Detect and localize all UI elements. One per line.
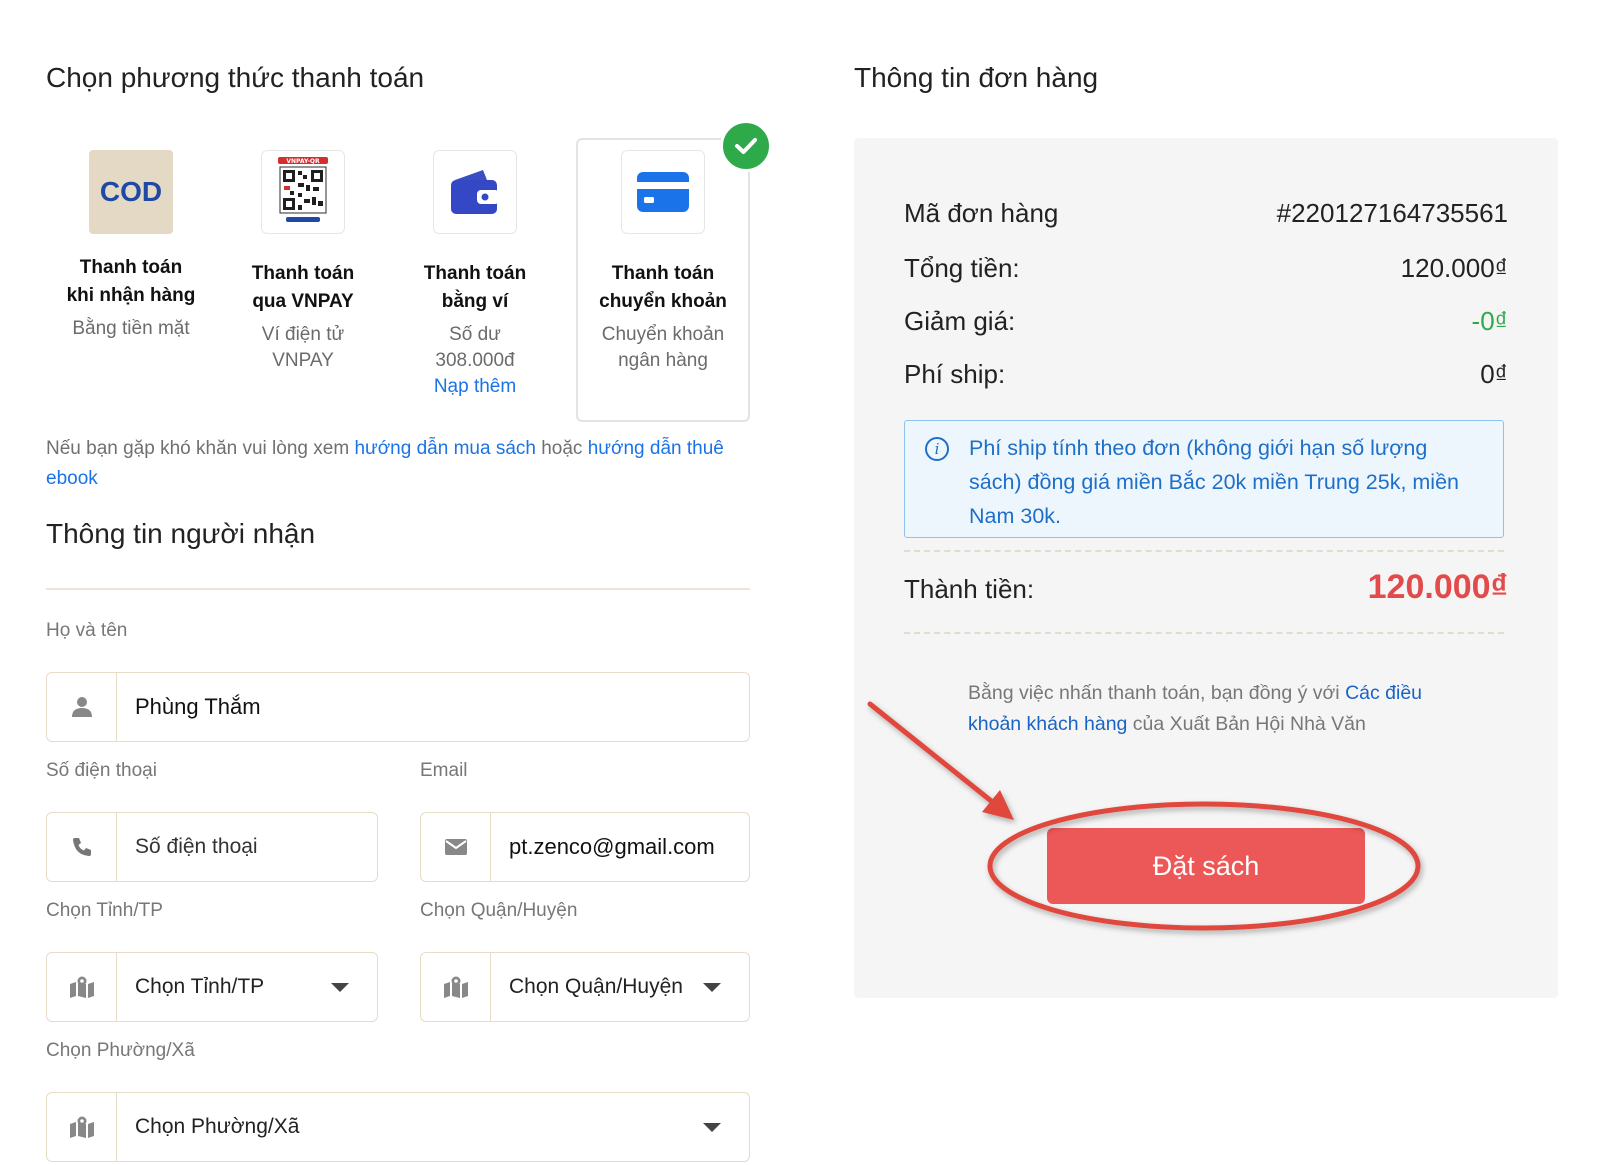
order-summary-panel: Mã đơn hàng #220127164735561 Tổng tiền: … [854, 138, 1558, 998]
payment-option-vnpay[interactable]: VNPAY-QR Thanh toán qua VNPAY Ví điện tử… [218, 138, 388, 422]
district-select[interactable]: Chọn Quận/Huyện [420, 952, 750, 1022]
shipping-amount: 0₫ [1480, 359, 1508, 389]
payment-option-desc: Bằng tiền mặt [72, 318, 190, 339]
payment-option-wallet[interactable]: Thanh toán bằng ví Số dư 308.000đ Nạp th… [390, 138, 560, 422]
payment-option-name: Thanh toán chuyển khoản [599, 263, 727, 312]
payment-option-bank-transfer[interactable]: Thanh toán chuyển khoản Chuyển khoản ngâ… [576, 138, 750, 422]
svg-text:VNPAY-QR: VNPAY-QR [286, 158, 320, 165]
payment-option-name: Thanh toán bằng ví [423, 263, 527, 312]
shipping-info-box: i Phí ship tính theo đơn (không giới hạn… [904, 420, 1504, 538]
ward-label: Chọn Phường/Xã [46, 1040, 195, 1061]
province-label: Chọn Tỉnh/TP [46, 900, 163, 921]
chevron-down-icon [703, 1122, 721, 1132]
recipient-section-title: Thông tin người nhận [46, 518, 316, 549]
chevron-down-icon [331, 982, 349, 992]
name-field[interactable]: Phùng Thắm [46, 672, 750, 742]
wallet-balance: 308.000đ [435, 350, 515, 371]
order-section-title: Thông tin đơn hàng [854, 62, 1099, 93]
check-icon [720, 120, 772, 172]
name-label: Họ và tên [46, 620, 128, 641]
payment-option-desc: Ví điện tử VNPAY [261, 324, 345, 371]
discount-row: Giảm giá: -0₫ [904, 306, 1508, 336]
help-text: Nếu bạn gặp khó khăn vui lòng xem hướng … [46, 438, 724, 489]
chevron-down-icon [703, 982, 721, 992]
terms-text: Bằng việc nhấn thanh toán, bạn đồng ý vớ… [968, 682, 1423, 735]
total-row: Tổng tiền: 120.000₫ [904, 253, 1508, 283]
order-id-row: Mã đơn hàng #220127164735561 [904, 198, 1508, 228]
user-icon [47, 673, 117, 741]
discount-amount: -0₫ [1471, 306, 1508, 336]
map-icon [47, 1093, 117, 1161]
buy-guide-link[interactable]: hướng dẫn mua sách [354, 438, 536, 459]
phone-field[interactable]: Số điện thoại [46, 812, 378, 882]
payment-option-desc: Số dư 308.000đ [390, 322, 560, 374]
total-amount: 120.000₫ [1400, 253, 1508, 283]
ward-select[interactable]: Chọn Phường/Xã [46, 1092, 750, 1162]
dashed-divider [904, 550, 1504, 552]
dashed-divider [904, 632, 1504, 634]
place-order-button[interactable]: Đặt sách [1047, 828, 1365, 904]
name-input[interactable]: Phùng Thắm [117, 694, 749, 720]
province-value: Chọn Tỉnh/TP [135, 975, 265, 998]
ward-value: Chọn Phường/Xã [135, 1115, 300, 1138]
payment-option-cod[interactable]: COD Thanh toán khi nhận hàng Bằng tiền m… [46, 138, 216, 422]
section-divider [46, 588, 750, 590]
payment-option-name: Thanh toán qua VNPAY [251, 263, 355, 312]
map-icon [421, 953, 491, 1021]
province-select[interactable]: Chọn Tỉnh/TP [46, 952, 378, 1022]
payment-option-name: Thanh toán khi nhận hàng [66, 257, 196, 306]
credit-card-icon [621, 150, 705, 234]
vnpay-qr-icon: VNPAY-QR [261, 150, 345, 234]
phone-label: Số điện thoại [46, 760, 157, 781]
info-icon: i [925, 437, 949, 461]
email-label: Email [420, 760, 468, 781]
top-up-link[interactable]: Nạp thêm [390, 374, 560, 400]
shipping-row: Phí ship: 0₫ [904, 359, 1508, 389]
cod-icon: COD [89, 150, 173, 234]
email-field[interactable]: pt.zenco@gmail.com [420, 812, 750, 882]
district-label: Chọn Quận/Huyện [420, 900, 578, 921]
district-value: Chọn Quận/Huyện [509, 975, 683, 998]
phone-input[interactable]: Số điện thoại [117, 835, 377, 859]
email-input[interactable]: pt.zenco@gmail.com [491, 834, 749, 860]
final-total-row: Thành tiền: 120.000₫ [904, 568, 1508, 606]
order-id: #220127164735561 [1276, 198, 1508, 228]
wallet-icon [433, 150, 517, 234]
envelope-icon [421, 813, 491, 881]
phone-icon [47, 813, 117, 881]
payment-section-title: Chọn phương thức thanh toán [46, 62, 425, 93]
final-total: 120.000₫ [1367, 568, 1508, 606]
map-icon [47, 953, 117, 1021]
payment-option-desc: Chuyển khoản ngân hàng [601, 324, 725, 371]
